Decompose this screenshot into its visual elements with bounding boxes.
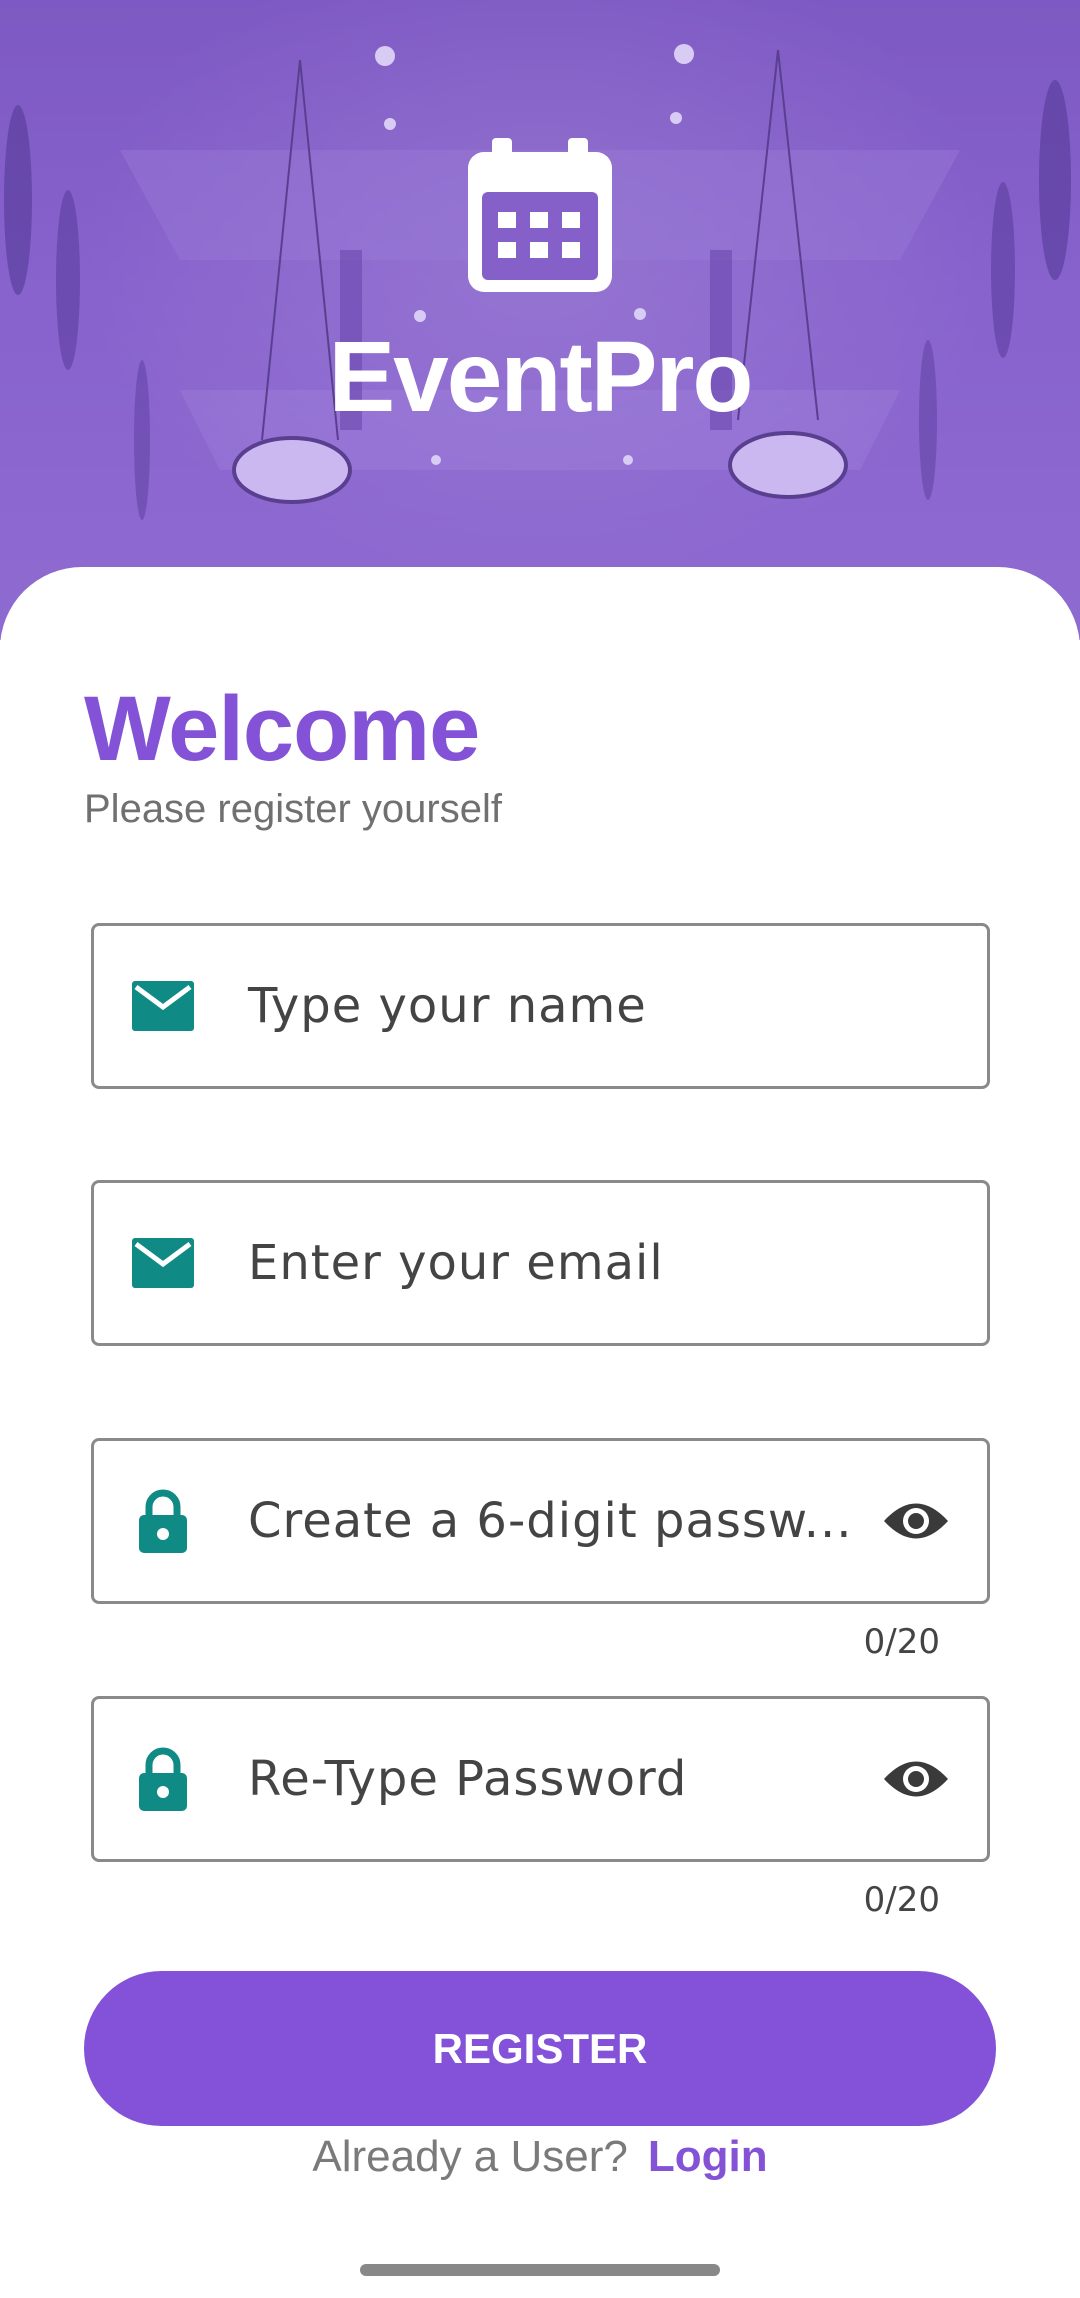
login-link[interactable]: Login (648, 2132, 768, 2181)
email-field[interactable]: Enter your email (91, 1180, 990, 1346)
retype-password-char-counter: 0/20 (863, 1880, 940, 1920)
email-input-placeholder: Enter your email (248, 1235, 664, 1291)
eye-icon[interactable] (881, 1496, 951, 1546)
name-field[interactable]: Type your name (91, 923, 990, 1089)
lock-icon (132, 1489, 194, 1553)
retype-password-input-placeholder: Re-Type Password (248, 1751, 688, 1807)
password-char-counter: 0/20 (863, 1622, 940, 1662)
register-card: Welcome Please register yourself Type yo… (0, 567, 1080, 2298)
app-name: EventPro (328, 321, 753, 433)
home-indicator[interactable] (360, 2264, 720, 2276)
login-prompt: Already a User? Login (0, 2132, 1080, 2182)
password-field[interactable]: Create a 6-digit passw... (91, 1438, 990, 1604)
calendar-icon (468, 138, 612, 292)
eye-icon[interactable] (881, 1754, 951, 1804)
page-subtitle: Please register yourself (84, 787, 502, 831)
hero-banner: EventPro (0, 0, 1080, 640)
password-input-placeholder: Create a 6-digit passw... (248, 1493, 853, 1549)
mail-icon (132, 975, 194, 1037)
page-title: Welcome (84, 678, 480, 780)
lock-icon (132, 1747, 194, 1811)
register-button[interactable]: REGISTER (84, 1971, 996, 2126)
login-prompt-text: Already a User? (312, 2132, 628, 2181)
retype-password-field[interactable]: Re-Type Password (91, 1696, 990, 1862)
mail-icon (132, 1232, 194, 1294)
name-input-placeholder: Type your name (248, 978, 647, 1034)
